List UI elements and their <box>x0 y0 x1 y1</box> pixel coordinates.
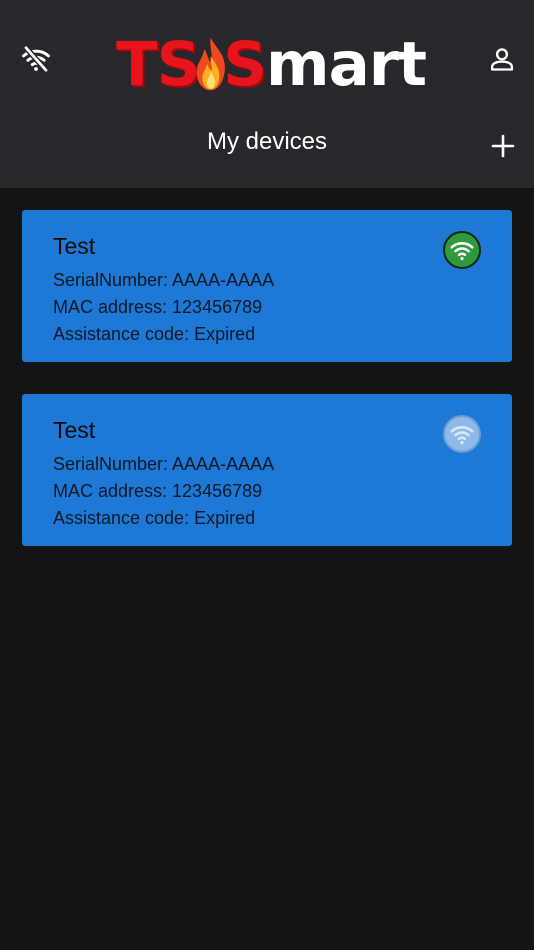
device-name: Test <box>53 417 96 443</box>
wifi-offline-status <box>443 415 481 453</box>
device-card[interactable]: Test SerialNumber: AAAA-AAAA MAC address… <box>22 210 512 362</box>
device-name: Test <box>53 233 96 259</box>
device-mac-address: MAC address: 123456789 <box>53 297 263 317</box>
account-icon <box>490 48 514 71</box>
device-serial-number: SerialNumber: AAAA-AAAA <box>53 270 275 290</box>
wifi-icon <box>450 426 474 445</box>
wifi-off-icon <box>22 44 50 74</box>
wifi-icon <box>450 242 474 261</box>
device-assistance-code: Assistance code: Expired <box>53 508 256 528</box>
plus-icon <box>491 134 515 158</box>
device-mac-address: MAC address: 123456789 <box>53 481 263 501</box>
app-logo: TS S mart <box>116 24 427 104</box>
device-assistance-code: Assistance code: Expired <box>53 324 256 344</box>
logo-text-mart: mart <box>266 28 427 100</box>
account-button[interactable] <box>480 37 524 81</box>
add-device-button[interactable] <box>481 124 525 168</box>
device-serial-number: SerialNumber: AAAA-AAAA <box>53 454 275 474</box>
page-title: My devices <box>206 128 328 155</box>
app-header: TS S mart My devices <box>0 0 534 188</box>
logo-text-ts: TS <box>116 28 201 100</box>
wifi-off-button[interactable] <box>14 37 58 81</box>
wifi-online-status <box>443 231 481 269</box>
device-card[interactable]: Test SerialNumber: AAAA-AAAA MAC address… <box>22 394 512 546</box>
logo-text-s: S <box>223 28 267 100</box>
device-list: Test SerialNumber: AAAA-AAAA MAC address… <box>22 210 512 578</box>
